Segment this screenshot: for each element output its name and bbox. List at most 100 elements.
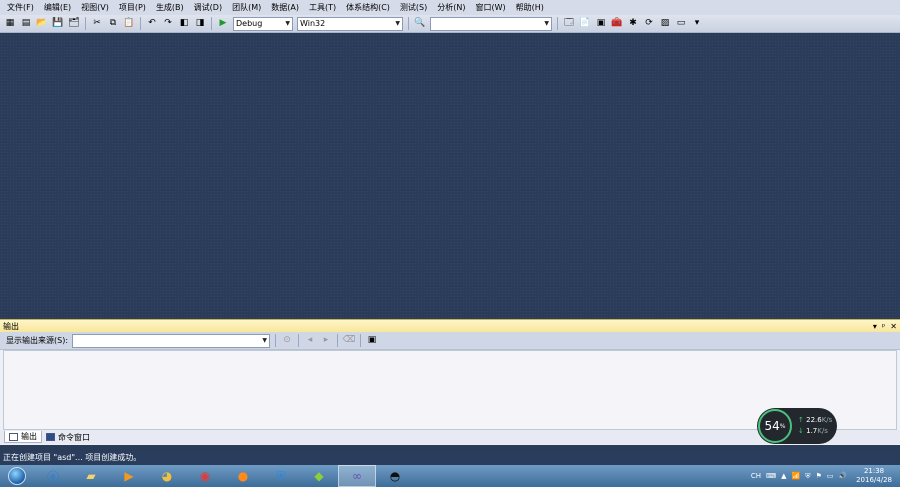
output-window-controls: ▾ ᵖ ✕ bbox=[873, 322, 897, 331]
output-window-icon bbox=[9, 432, 18, 441]
new-project-icon[interactable]: ▦ bbox=[3, 17, 17, 31]
menu-window[interactable]: 窗口(W) bbox=[470, 0, 510, 15]
paste-icon[interactable]: 📋 bbox=[122, 17, 136, 31]
download-unit: K/s bbox=[817, 427, 828, 435]
menu-team[interactable]: 团队(M) bbox=[227, 0, 266, 15]
volume-icon[interactable]: 🔊 bbox=[838, 472, 847, 480]
menu-help[interactable]: 帮助(H) bbox=[511, 0, 549, 15]
word-wrap-icon[interactable]: ▣ bbox=[365, 334, 379, 348]
network-speed-widget[interactable]: 54% ↑ 22.6 K/s ↓ 1.7K/s bbox=[757, 408, 837, 444]
redo-icon[interactable]: ↷ bbox=[161, 17, 175, 31]
ime-indicator[interactable]: CH bbox=[751, 472, 761, 480]
menu-architecture[interactable]: 体系结构(C) bbox=[341, 0, 395, 15]
output-toolbar: 显示输出来源(S): ▼ ⊙ ◂ ▸ ⌫ ▣ bbox=[0, 332, 900, 350]
object-browser-icon[interactable]: ▣ bbox=[594, 17, 608, 31]
menu-tools[interactable]: 工具(T) bbox=[304, 0, 341, 15]
network-rates: ↑ 22.6 K/s ↓ 1.7K/s bbox=[798, 415, 832, 437]
menu-analyze[interactable]: 分析(N) bbox=[432, 0, 470, 15]
extension-manager-icon[interactable]: ▨ bbox=[658, 17, 672, 31]
cut-icon[interactable]: ✂ bbox=[90, 17, 104, 31]
find-message-icon[interactable]: ⊙ bbox=[280, 334, 294, 348]
display-icon[interactable]: ▭ bbox=[827, 472, 834, 480]
standard-toolbar: ▦ ▤ 📂 💾 🗂 ✂ ⧉ 📋 ↶ ↷ ◧ ◨ ▶ Debug ▼ Win32 … bbox=[0, 15, 900, 33]
find-in-files-icon[interactable]: 🔍 bbox=[413, 17, 427, 31]
output-title-bar: 输出 ▾ ᵖ ✕ bbox=[0, 320, 900, 332]
upload-value: 22.6 bbox=[806, 416, 822, 424]
clear-all-icon[interactable]: ⌫ bbox=[342, 334, 356, 348]
navigate-backward-icon[interactable]: ◧ bbox=[177, 17, 191, 31]
open-file-icon[interactable]: 📂 bbox=[35, 17, 49, 31]
windows-logo-icon bbox=[8, 467, 26, 485]
clock-date: 2016/4/28 bbox=[856, 476, 892, 484]
menu-data[interactable]: 数据(A) bbox=[266, 0, 304, 15]
browser-360-icon[interactable]: ◆ bbox=[300, 465, 338, 487]
menu-view[interactable]: 视图(V) bbox=[76, 0, 114, 15]
toolbar-separator bbox=[211, 17, 212, 30]
menu-project[interactable]: 项目(P) bbox=[114, 0, 151, 15]
firefox-icon[interactable]: ● bbox=[224, 465, 262, 487]
download-value: 1.7 bbox=[806, 427, 818, 435]
security-guard-icon[interactable]: ⛨ bbox=[262, 465, 300, 487]
qq-icon[interactable]: ◓ bbox=[376, 465, 414, 487]
start-button[interactable] bbox=[0, 465, 34, 487]
properties-icon[interactable]: 📄 bbox=[578, 17, 592, 31]
solution-configuration-select[interactable]: Debug ▼ bbox=[233, 16, 293, 31]
output-source-select[interactable]: ▼ bbox=[72, 333, 271, 348]
save-icon[interactable]: 💾 bbox=[51, 17, 65, 31]
solution-platform-value: Win32 bbox=[300, 19, 326, 28]
add-item-icon[interactable]: ▤ bbox=[19, 17, 33, 31]
visual-studio-icon[interactable]: ∞ bbox=[338, 465, 376, 487]
media-player-icon[interactable]: ▶ bbox=[110, 465, 148, 487]
menu-test[interactable]: 测试(S) bbox=[395, 0, 432, 15]
memory-usage-percent: 54 bbox=[764, 419, 780, 433]
file-explorer-icon[interactable]: ▰ bbox=[72, 465, 110, 487]
pin-icon[interactable]: ᵖ bbox=[882, 322, 885, 331]
copy-icon[interactable]: ⧉ bbox=[106, 17, 120, 31]
solution-platform-select[interactable]: Win32 ▼ bbox=[297, 16, 403, 31]
navigate-forward-icon[interactable]: ◨ bbox=[193, 17, 207, 31]
find-combo[interactable]: ▼ bbox=[430, 16, 552, 31]
toolbar-separator bbox=[557, 17, 558, 30]
tab-command-window[interactable]: 命令窗口 bbox=[42, 431, 94, 443]
show-hidden-icons-icon[interactable]: ▲ bbox=[781, 472, 786, 480]
class-view-icon[interactable]: ✱ bbox=[626, 17, 640, 31]
tab-command-window-label: 命令窗口 bbox=[58, 432, 90, 442]
start-debugging-icon[interactable]: ▶ bbox=[216, 17, 230, 31]
menu-edit[interactable]: 编辑(E) bbox=[39, 0, 76, 15]
menu-build[interactable]: 生成(B) bbox=[151, 0, 189, 15]
status-bar: 正在创建项目 "asd"... 项目创建成功。 bbox=[0, 451, 900, 465]
save-all-icon[interactable]: 🗂 bbox=[67, 17, 81, 31]
team-explorer-icon[interactable]: ⟳ bbox=[642, 17, 656, 31]
start-page-icon[interactable]: ▭ bbox=[674, 17, 688, 31]
netease-music-icon[interactable]: ◉ bbox=[186, 465, 224, 487]
menu-debug[interactable]: 调试(D) bbox=[189, 0, 227, 15]
undo-icon[interactable]: ↶ bbox=[145, 17, 159, 31]
qq-pet-icon[interactable]: ◕ bbox=[148, 465, 186, 487]
chevron-down-icon: ▼ bbox=[285, 20, 290, 27]
memory-usage-unit: % bbox=[779, 422, 786, 430]
tab-output[interactable]: 输出 bbox=[4, 431, 42, 443]
next-message-icon[interactable]: ▸ bbox=[319, 334, 333, 348]
solution-configuration-value: Debug bbox=[236, 19, 263, 28]
chevron-down-icon: ▼ bbox=[544, 20, 549, 27]
shield-icon[interactable]: ⛨ bbox=[805, 472, 810, 481]
clock-time: 21:38 bbox=[863, 467, 885, 475]
keyboard-icon[interactable]: ⌨ bbox=[766, 472, 776, 480]
toolbox-icon[interactable]: 🧰 bbox=[610, 17, 624, 31]
solution-explorer-icon[interactable]: 🗔 bbox=[562, 17, 576, 31]
clock[interactable]: 21:38 2016/4/28 bbox=[856, 467, 892, 485]
output-title: 输出 bbox=[3, 321, 19, 331]
toolbar-options-icon[interactable]: ▾ bbox=[690, 17, 704, 31]
command-window-icon bbox=[46, 433, 55, 441]
menu-file[interactable]: 文件(F) bbox=[2, 0, 39, 15]
previous-message-icon[interactable]: ◂ bbox=[303, 334, 317, 348]
wifi-icon[interactable]: 📶 bbox=[792, 472, 801, 480]
toolbar-separator bbox=[140, 17, 141, 30]
output-source-label: 显示输出来源(S): bbox=[6, 336, 69, 345]
download-rate: ↓ 1.7K/s bbox=[798, 426, 832, 437]
network-flag-icon[interactable]: ⚑ bbox=[815, 472, 821, 480]
upload-arrow-icon: ↑ bbox=[798, 416, 804, 424]
window-position-icon[interactable]: ▾ bbox=[873, 322, 877, 331]
ie-browser-icon[interactable]: ⓔ bbox=[34, 465, 72, 487]
close-icon[interactable]: ✕ bbox=[890, 322, 897, 331]
